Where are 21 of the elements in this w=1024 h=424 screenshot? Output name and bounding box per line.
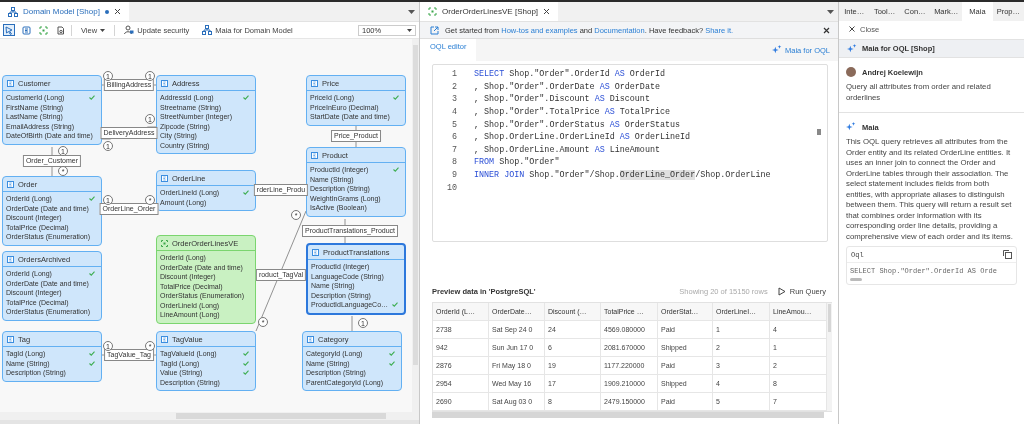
oql-tab[interactable]: OrderOrderLinesVE [Shop] [420,2,559,21]
line-number: 8 [450,157,457,168]
line-number: 4 [450,107,457,118]
code-line: , Shop."Order".OrderStatus AS OrderStatus [474,119,681,130]
line-number: 1 [450,69,457,80]
code-line: FROM Shop."Order" [474,157,560,168]
code-line: , Shop."Order".OrderDate AS OrderDate [474,81,660,92]
line-number: 7 [450,144,457,155]
code-line: , Shop.OrderLine.OrderLineId AS OrderLineId [474,132,691,143]
line-number: 5 [450,119,457,130]
domain-model-tab[interactable]: Domain Model [Shop] [0,2,129,21]
code-line: SELECT Shop."Order".OrderId AS OrderId [474,69,665,80]
code-line: , Shop."Order".TotalPrice AS TotalPrice [474,107,671,118]
code-line: , Shop.OrderLine.Amount AS LineAmount [474,144,660,155]
code-line: INNER JOIN Shop."Order"/Shop.OrderLine_Order/Shop.OrderLine [474,170,771,181]
line-number: 9 [450,170,457,181]
line-number: 2 [450,81,457,92]
line-number: 6 [450,132,457,143]
line-number: 3 [450,94,457,105]
line-number: 10 [445,182,457,193]
code-line: , Shop."Order".Discount AS Discount [474,94,650,105]
